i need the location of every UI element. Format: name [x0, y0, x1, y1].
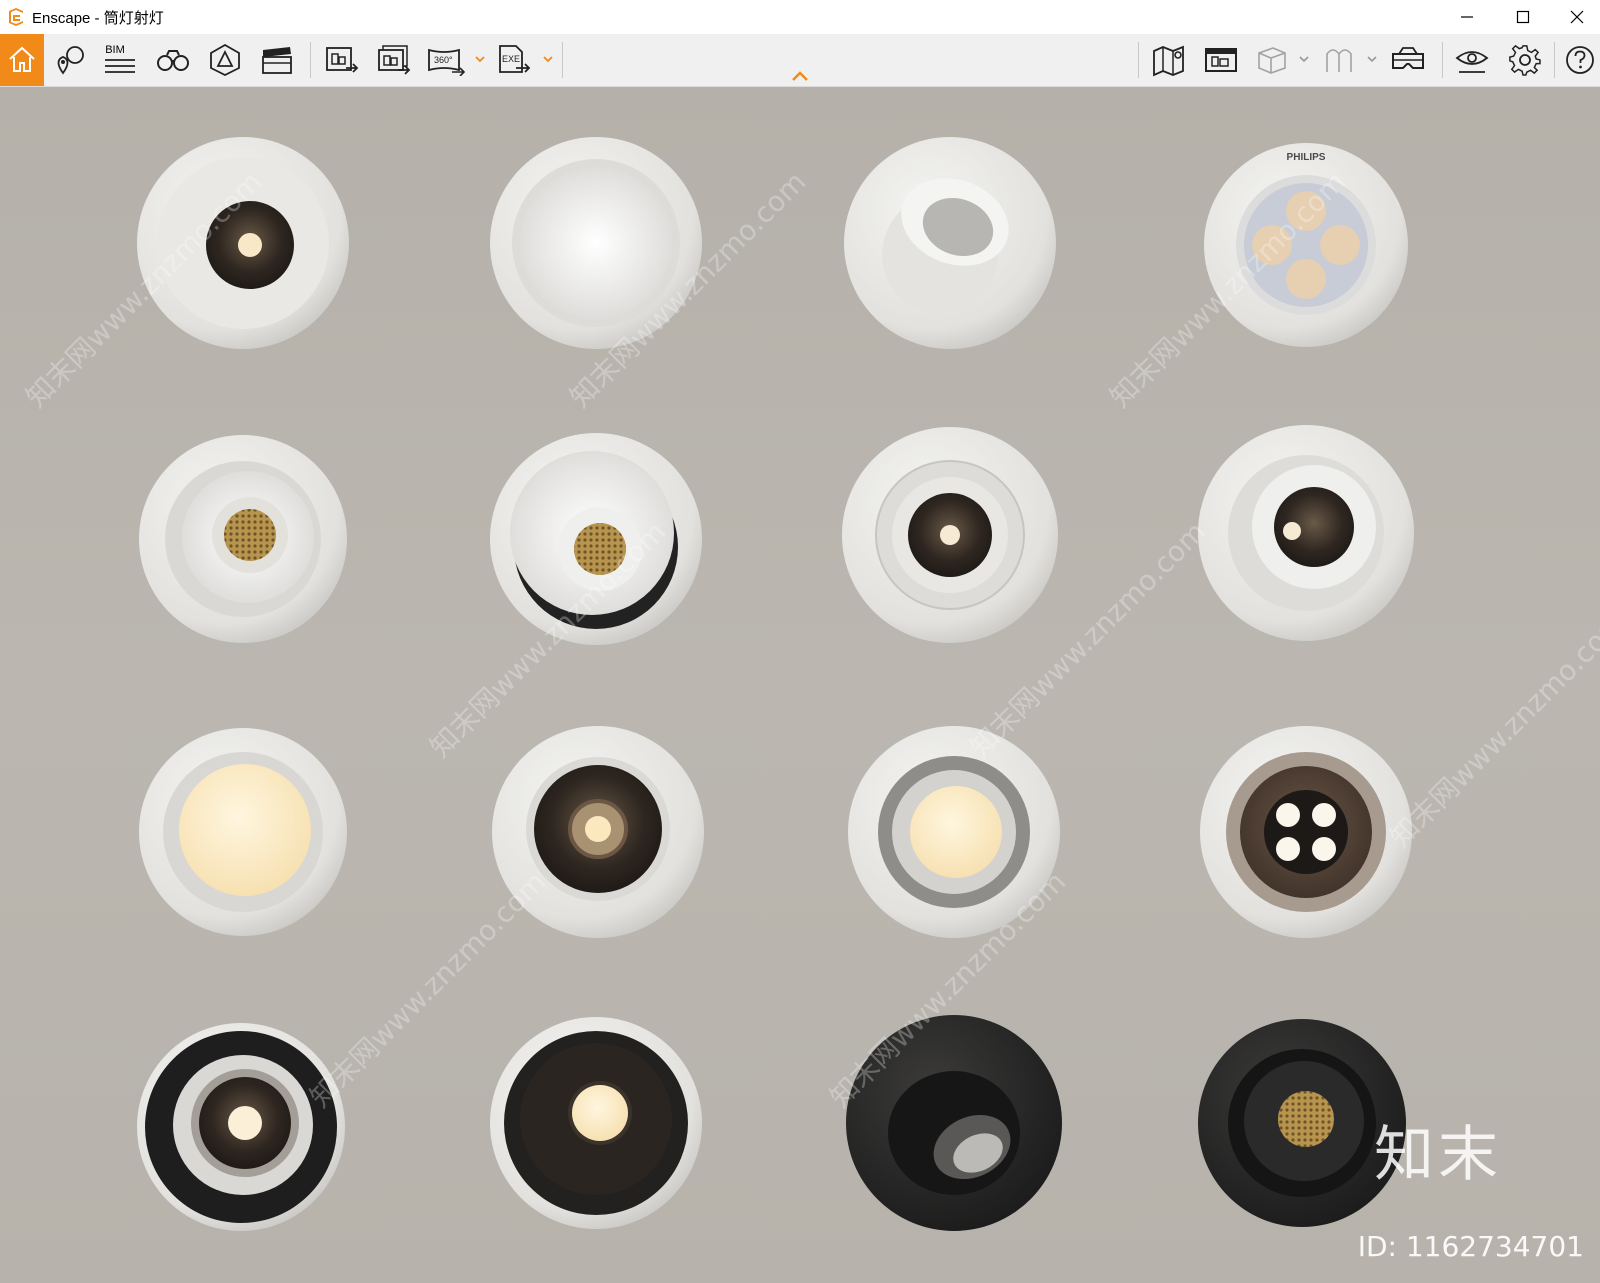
vr-headset-icon	[1392, 47, 1424, 69]
render-viewport[interactable]: PHILIPS 知末网www.znzmo.com 知末网www.znzmo.co…	[0, 87, 1600, 1283]
asset-library-button[interactable]	[204, 34, 246, 86]
fixture-4[interactable]: PHILIPS	[1204, 143, 1408, 347]
views-button[interactable]	[50, 34, 90, 86]
map-button[interactable]	[1148, 34, 1190, 86]
batch-export-icon	[378, 45, 411, 75]
visual-settings-button[interactable]	[1450, 34, 1494, 86]
capture-manager-button[interactable]	[1200, 34, 1242, 86]
bim-button[interactable]: BIM	[98, 34, 142, 86]
home-icon	[9, 46, 35, 72]
map-pin-icon	[1153, 45, 1184, 77]
window-title: Enscape - 筒灯射灯	[32, 9, 164, 27]
fixture-14[interactable]	[490, 1017, 702, 1229]
maximize-button[interactable]	[1500, 0, 1546, 34]
fixture-7[interactable]	[842, 427, 1058, 643]
vr-headset-button[interactable]	[1386, 34, 1430, 86]
image-id-label: ID: 1162734701	[1357, 1230, 1584, 1263]
panorama-export-button[interactable]: 360°	[424, 34, 468, 86]
exe-label: EXE	[502, 54, 520, 64]
enscape-logo-icon	[9, 8, 23, 26]
help-button[interactable]	[1560, 34, 1600, 86]
bim-label: BIM	[105, 44, 125, 56]
fixture-5[interactable]	[139, 435, 347, 643]
panorama-label: 360°	[434, 55, 453, 65]
camera-path-button[interactable]	[1320, 34, 1360, 86]
location-bubble-icon	[57, 46, 84, 75]
screenshot-export-button[interactable]	[320, 34, 364, 86]
screenshot-export-icon	[326, 47, 359, 73]
minimize-button[interactable]	[1444, 0, 1490, 34]
philips-brand-label: PHILIPS	[1287, 152, 1326, 163]
downlight-grid: PHILIPS	[137, 137, 1414, 1231]
toolbar-separator	[310, 42, 311, 78]
toolbar-separator	[562, 42, 563, 78]
exe-export-icon: EXE	[499, 45, 531, 73]
minimize-icon	[1461, 16, 1473, 18]
view-mode-button[interactable]	[1252, 34, 1292, 86]
cube-icon	[1258, 47, 1286, 74]
title-bar: Enscape - 筒灯射灯	[0, 0, 1600, 34]
fixture-8[interactable]	[1198, 425, 1414, 641]
eye-icon	[1455, 51, 1489, 73]
view-mode-dropdown-chevron-icon[interactable]	[1298, 52, 1310, 66]
panorama-dropdown-chevron-icon[interactable]	[474, 52, 486, 66]
brand-watermark: 知末	[1374, 1120, 1502, 1190]
maximize-icon	[1516, 10, 1530, 24]
video-editor-button[interactable]	[256, 34, 298, 86]
collapse-toolbar-chevron-icon[interactable]	[790, 69, 810, 83]
fixture-13[interactable]	[137, 1023, 345, 1231]
camera-path-dropdown-chevron-icon[interactable]	[1366, 52, 1378, 66]
home-button[interactable]	[0, 34, 44, 86]
fixture-12[interactable]	[1200, 726, 1412, 938]
close-icon	[1570, 10, 1584, 24]
fixture-3[interactable]	[844, 137, 1056, 349]
close-button[interactable]	[1554, 0, 1600, 34]
bim-lines-icon	[105, 59, 135, 73]
capture-gallery-icon	[1205, 48, 1237, 72]
asset-library-icon	[210, 43, 240, 77]
toolbar-separator	[1554, 42, 1555, 78]
toolbar-separator	[1138, 42, 1139, 78]
standalone-export-button[interactable]: EXE	[492, 34, 536, 86]
toolbar-separator	[1442, 42, 1443, 78]
batch-export-button[interactable]	[372, 34, 416, 86]
clapperboard-icon	[262, 47, 292, 74]
binoculars-icon	[157, 50, 189, 71]
fixture-9[interactable]	[139, 728, 347, 936]
camera-path-icon	[1326, 49, 1352, 72]
binoculars-button[interactable]	[152, 34, 194, 86]
gear-icon	[1509, 44, 1541, 76]
help-icon	[1566, 46, 1594, 74]
export-dropdown-chevron-icon[interactable]	[542, 52, 554, 66]
panorama-icon: 360°	[428, 48, 466, 76]
settings-button[interactable]	[1504, 34, 1546, 86]
